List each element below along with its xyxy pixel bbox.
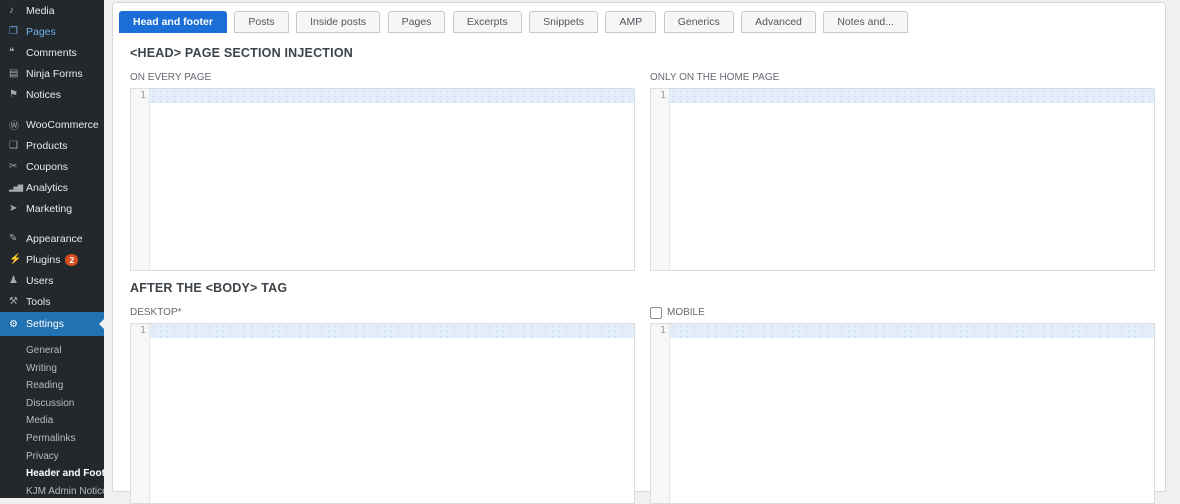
woocommerce-icon: Ⓦ [9,121,19,132]
code-editor-desktop[interactable]: 1 [130,323,635,504]
sidebar-item-label: Tools [26,295,51,308]
submenu-item-permalinks[interactable]: Permalinks [0,430,104,448]
pages-icon: ❐ [9,26,18,37]
sidebar-item-ninja-forms[interactable]: ▤ Ninja Forms [0,63,104,84]
ninja-forms-icon: ▤ [9,68,19,79]
line-number-gutter: 1 [131,89,150,270]
sidebar-item-label: Appearance [26,232,83,245]
settings-panel: Head and footer Posts Inside posts Pages… [112,2,1166,504]
tab-inside-posts[interactable]: Inside posts [296,11,381,33]
editor-label-only-home-page: ONLY ON THE HOME PAGE [650,71,1155,84]
sidebar-item-label: Plugins [26,253,61,266]
wrench-icon: ⚒ [9,296,18,307]
tab-content: <HEAD> PAGE SECTION INJECTION ON EVERY P… [113,33,1165,504]
active-line-highlight [670,324,1154,338]
sidebar-item-label: Settings [26,318,64,330]
submenu-item-kjm-admin-notices[interactable]: KJM Admin Notices [0,483,104,498]
brush-icon: ✎ [9,233,18,244]
editor-label-text: DESKTOP* [130,307,182,318]
line-number-gutter: 1 [131,324,150,503]
editor-label-text: MOBILE [667,307,705,318]
megaphone-icon: ➤ [9,203,18,214]
submenu-item-discussion[interactable]: Discussion [0,395,104,413]
submenu-item-media[interactable]: Media [0,412,104,430]
plugin-icon: ⚡ [9,254,22,265]
mobile-checkbox[interactable] [650,306,662,319]
tab-bar: Head and footer Posts Inside posts Pages… [113,3,1165,33]
submenu-item-privacy[interactable]: Privacy [0,448,104,466]
section-heading-head-injection: <HEAD> PAGE SECTION INJECTION [130,46,353,60]
admin-sidebar: ♪ Media ❐ Pages ❝ Comments ▤ Ninja Forms… [0,0,104,498]
tab-notes[interactable]: Notes and... [823,11,908,33]
coupons-icon: ✂ [9,161,18,172]
editor-label-mobile: MOBILE [650,306,1155,319]
tab-posts[interactable]: Posts [234,11,289,33]
sidebar-item-label: Coupons [26,160,69,173]
submenu-item-writing[interactable]: Writing [0,360,104,378]
bar-chart-icon: ▂▅▇ [9,184,23,192]
tab-excerpts[interactable]: Excerpts [452,11,522,33]
code-editor-on-every-page[interactable]: 1 [130,88,635,271]
submenu-item-header-and-footer[interactable]: Header and Footer [0,465,104,483]
sidebar-item-analytics[interactable]: ▂▅▇ Analytics [0,177,104,198]
pin-icon: ⚑ [9,89,18,100]
sidebar-item-pages[interactable]: ❐ Pages [0,21,104,42]
sidebar-item-marketing[interactable]: ➤ Marketing [0,198,104,219]
comments-icon: ❝ [9,47,15,58]
settings-submenu: General Writing Reading Discussion Media… [0,342,104,498]
user-icon: ♟ [9,275,18,286]
settings-icon: ⚙ [9,318,18,330]
sidebar-item-label: Users [26,274,54,287]
line-number-gutter: 1 [651,324,670,503]
sidebar-item-coupons[interactable]: ✂ Coupons [0,156,104,177]
sidebar-item-label: Notices [26,88,62,101]
code-area[interactable] [670,89,1154,270]
code-editor-only-home-page[interactable]: 1 [650,88,1155,271]
submenu-item-reading[interactable]: Reading [0,377,104,395]
sidebar-item-settings[interactable]: ⚙ Settings [0,312,104,336]
tab-amp[interactable]: AMP [605,11,657,33]
active-line-highlight [670,89,1154,103]
tab-snippets[interactable]: Snippets [529,11,599,33]
tab-generics[interactable]: Generics [663,11,734,33]
editor-label-text: ONLY ON THE HOME PAGE [650,72,780,83]
sidebar-item-label: Analytics [26,181,69,194]
code-area[interactable] [150,324,634,503]
code-area[interactable] [150,89,634,270]
section-heading-after-body-tag: AFTER THE <BODY> TAG [130,281,288,295]
sidebar-item-label: Marketing [26,202,73,215]
sidebar-item-label: Comments [26,46,77,59]
sidebar-item-label: Pages [26,25,56,38]
editor-label-text: ON EVERY PAGE [130,72,212,83]
code-editor-mobile[interactable]: 1 [650,323,1155,504]
active-line-highlight [150,324,634,338]
sidebar-item-woocommerce[interactable]: Ⓦ WooCommerce [0,114,104,135]
sidebar-item-appearance[interactable]: ✎ Appearance [0,228,104,249]
sidebar-item-media[interactable]: ♪ Media [0,0,104,21]
active-line-highlight [150,89,634,103]
sidebar-item-plugins[interactable]: ⚡ Plugins 2 [0,249,104,270]
sidebar-item-comments[interactable]: ❝ Comments [0,42,104,63]
sidebar-item-label: Products [26,139,68,152]
line-number-gutter: 1 [651,89,670,270]
sidebar-item-tools[interactable]: ⚒ Tools [0,291,104,312]
plugins-update-badge: 2 [65,253,79,266]
editor-label-desktop: DESKTOP* [130,306,635,319]
code-area[interactable] [670,324,1154,503]
sidebar-item-label: WooCommerce [26,118,99,131]
submenu-item-general[interactable]: General [0,342,104,360]
media-icon: ♪ [9,5,14,16]
tab-advanced[interactable]: Advanced [741,11,816,33]
products-icon: ❑ [9,140,18,151]
sidebar-item-users[interactable]: ♟ Users [0,270,104,291]
sidebar-item-label: Media [26,4,55,17]
sidebar-item-label: Ninja Forms [26,67,83,80]
sidebar-item-notices[interactable]: ⚑ Notices [0,84,104,105]
editor-label-on-every-page: ON EVERY PAGE [130,71,635,84]
tab-pages[interactable]: Pages [387,11,446,33]
sidebar-item-products[interactable]: ❑ Products [0,135,104,156]
tab-head-and-footer[interactable]: Head and footer [119,11,227,33]
